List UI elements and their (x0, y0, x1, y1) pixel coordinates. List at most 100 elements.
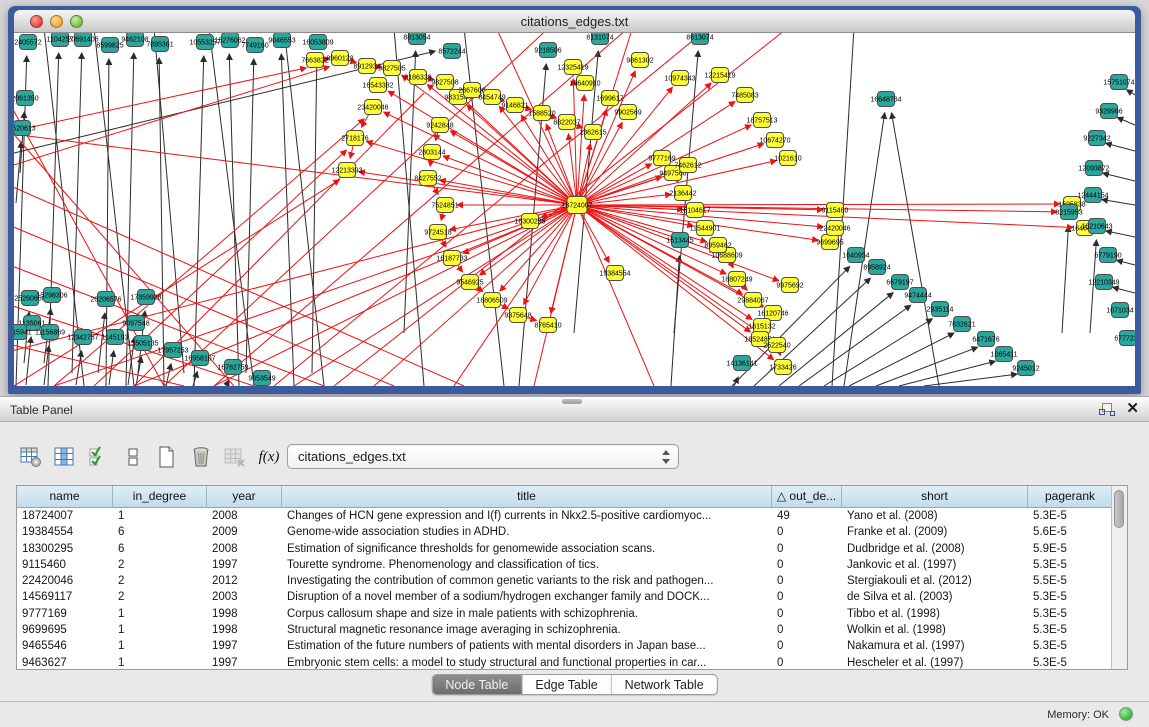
column-header-short[interactable]: short (842, 486, 1028, 508)
panel-resize-grip[interactable] (562, 399, 582, 404)
graph-node[interactable]: 1699617 (596, 91, 623, 106)
graph-node[interactable]: 16543382 (362, 78, 393, 93)
scrollbar-thumb[interactable] (1114, 490, 1124, 528)
tab-edge-table[interactable]: Edge Table (521, 675, 610, 694)
graph-node[interactable]: 8960128 (326, 51, 353, 66)
graph-node[interactable]: 20206576 (90, 292, 121, 307)
graph-node[interactable]: 12215419 (704, 68, 735, 83)
tab-node-table[interactable]: Node Table (432, 675, 521, 694)
graph-node[interactable]: 15751074 (1103, 75, 1134, 90)
graph-node[interactable]: 29884067 (737, 293, 768, 308)
table-selector-dropdown[interactable]: citations_edges.txt (287, 444, 679, 469)
graph-node[interactable]: 1065411 (991, 347, 1018, 362)
graph-node[interactable]: 1071034 (1106, 303, 1133, 318)
graph-node[interactable]: 1145193 (102, 330, 129, 345)
graph-node[interactable]: 9724518 (424, 225, 451, 240)
column-header-pagerank[interactable]: pagerank (1028, 486, 1113, 508)
column-header-name[interactable]: name (17, 486, 113, 508)
graph-node[interactable]: 9777169 (648, 151, 675, 166)
graph-node[interactable]: 8813054 (403, 33, 430, 45)
graph-node[interactable]: 9046553 (268, 33, 295, 48)
column-header-title[interactable]: title (282, 486, 772, 508)
graph-node[interactable]: 12213393 (331, 163, 362, 178)
graph-node[interactable]: 17359928 (130, 290, 161, 305)
column-header-in_degree[interactable]: in_degree (113, 486, 207, 508)
graph-node[interactable]: 1520613 (14, 121, 36, 136)
graph-node[interactable]: 8572244 (438, 44, 465, 59)
graph-node[interactable]: 9902569 (614, 105, 641, 120)
graph-node[interactable]: 8958924 (863, 260, 890, 275)
graph-node[interactable]: 16648784 (870, 92, 901, 107)
graph-node[interactable]: 7524851 (431, 198, 458, 213)
graph-node[interactable]: 1362615 (579, 125, 606, 140)
graph-node[interactable]: 8822037 (553, 115, 580, 130)
graph-node[interactable]: 7663822 (301, 53, 328, 68)
graph-node[interactable]: 1513445 (666, 233, 693, 248)
vertical-scrollbar[interactable] (1111, 486, 1127, 669)
table-row[interactable]: 946554611997Estimation of the future num… (17, 638, 1111, 654)
table-row[interactable]: 977716911998Corpus callosum shape and si… (17, 606, 1111, 622)
table-settings-button[interactable] (16, 442, 46, 472)
graph-node[interactable]: 2718176 (341, 131, 368, 146)
graph-node[interactable]: 14136141 (726, 356, 757, 371)
function-builder-button[interactable]: f(x) (254, 442, 284, 472)
graph-node[interactable]: 8599825 (96, 38, 123, 53)
table-row[interactable]: 969969511998Structural magnetic resonanc… (17, 622, 1111, 638)
table-row[interactable]: 1872400712008Changes of HCN gene express… (17, 508, 1111, 524)
graph-node[interactable]: 9546925 (456, 275, 483, 290)
graph-node[interactable]: 13505135 (127, 336, 158, 351)
delete-table-button[interactable] (220, 442, 250, 472)
table-row[interactable]: 1938455462009Genome-wide association stu… (17, 524, 1111, 540)
graph-node[interactable]: 9975692 (776, 278, 803, 293)
graph-node[interactable]: 2136442 (669, 186, 696, 201)
graph-node[interactable]: 1021610 (774, 151, 801, 166)
graph-node[interactable]: 9699695 (816, 235, 843, 250)
graph-node[interactable]: 7895361 (146, 37, 173, 52)
graph-node[interactable]: 12325419 (557, 60, 588, 75)
graph-node[interactable]: 8186328 (404, 70, 431, 85)
graph-node[interactable]: 10974343 (664, 71, 695, 86)
window-titlebar[interactable]: citations_edges.txt (14, 10, 1135, 33)
graph-node[interactable]: 6679197 (886, 275, 913, 290)
graph-node[interactable]: 7485083 (731, 88, 758, 103)
graph-node[interactable]: 11544901 (690, 221, 721, 236)
graph-node[interactable]: 8427552 (414, 171, 441, 186)
column-header-year[interactable]: year (207, 486, 282, 508)
tab-network-table[interactable]: Network Table (611, 675, 717, 694)
close-panel-button[interactable]: ✕ (1126, 400, 1139, 418)
graph-node[interactable]: 2061350 (14, 91, 39, 106)
graph-node[interactable]: 10674270 (759, 133, 790, 148)
graph-node[interactable]: 7632621 (948, 317, 975, 332)
graph-node[interactable]: 8912934 (353, 59, 380, 74)
graph-node[interactable]: 1733426 (769, 360, 796, 375)
graph-node[interactable]: 18806509 (476, 293, 507, 308)
graph-node[interactable]: 9375648 (504, 308, 531, 323)
graph-node[interactable]: 6777230 (1114, 331, 1135, 346)
delete-column-button[interactable] (186, 442, 216, 472)
graph-node[interactable]: 2803144 (418, 145, 445, 160)
graph-node[interactable]: 1640954 (842, 248, 869, 263)
table-row[interactable]: 1456911722003Disruption of a novel membe… (17, 589, 1111, 605)
graph-node[interactable]: 9827505 (378, 61, 405, 76)
float-panel-button[interactable] (1099, 402, 1115, 418)
graph-node[interactable]: 9462108 (121, 33, 148, 47)
table-row[interactable]: 946362711997Embryonic stem cells: a mode… (17, 655, 1111, 669)
network-canvas[interactable]: 7663822896012889129349827505 16543382 8186… (14, 33, 1135, 386)
graph-node[interactable]: 9245012 (1012, 361, 1039, 376)
graph-node[interactable]: 2405572 (14, 35, 41, 50)
graph-node[interactable]: 22420046 (819, 221, 850, 236)
graph-node[interactable]: 16053809 (302, 35, 333, 50)
row-checklist-button[interactable] (84, 442, 114, 472)
graph-node[interactable]: 2935114 (927, 302, 954, 317)
column-header-out_de[interactable]: △ out_de... (772, 486, 842, 508)
graph-node[interactable]: 20691406 (67, 33, 98, 47)
rows-button[interactable] (118, 442, 148, 472)
table-row[interactable]: 911546021997Tourette syndrome. Phenomeno… (17, 557, 1111, 573)
graph-node[interactable]: 16187733 (436, 251, 467, 266)
graph-node[interactable]: 8131074 (586, 33, 613, 45)
graph-node[interactable]: 9218506 (534, 43, 561, 58)
graph-node[interactable]: 9861302 (626, 53, 653, 68)
table-row[interactable]: 1830029562008Estimation of significance … (17, 541, 1111, 557)
select-column-button[interactable] (50, 442, 80, 472)
graph-node[interactable]: 8765410 (534, 318, 561, 333)
